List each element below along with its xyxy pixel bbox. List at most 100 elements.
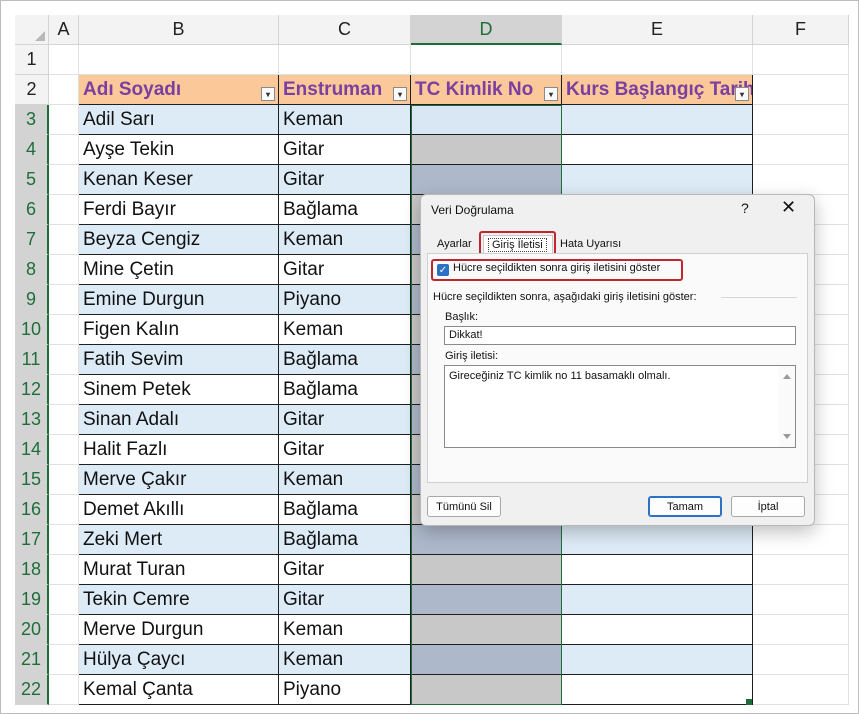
row-header-22[interactable]: 22 [15, 675, 49, 705]
cell-e1[interactable] [562, 45, 753, 75]
table-row-instrument[interactable]: Gitar [279, 435, 411, 465]
row-header-9[interactable]: 9 [15, 285, 49, 315]
row-header-3[interactable]: 3 [15, 105, 49, 135]
cell-a12[interactable] [49, 375, 79, 405]
table-row-name[interactable]: Beyza Cengiz [79, 225, 279, 255]
cell-a19[interactable] [49, 585, 79, 615]
table-row-name[interactable]: Demet Akıllı [79, 495, 279, 525]
cell-a16[interactable] [49, 495, 79, 525]
table-row-start-cell[interactable] [562, 615, 753, 645]
table-row-name[interactable]: Merve Durgun [79, 615, 279, 645]
cell-a6[interactable] [49, 195, 79, 225]
cell-f21[interactable] [753, 645, 849, 675]
help-icon[interactable]: ? [741, 200, 749, 216]
cell-a5[interactable] [49, 165, 79, 195]
cell-f18[interactable] [753, 555, 849, 585]
table-row-name[interactable]: Zeki Mert [79, 525, 279, 555]
table-header-tc[interactable]: TC Kimlik No ▾ [411, 75, 562, 105]
table-row-instrument[interactable]: Bağlama [279, 495, 411, 525]
cell-f4[interactable] [753, 135, 849, 165]
table-header-start[interactable]: Kurs Başlangıç Tarihi ▾ [562, 75, 753, 105]
filter-dropdown-icon[interactable]: ▾ [393, 87, 407, 101]
cell-f1[interactable] [753, 45, 849, 75]
row-header-21[interactable]: 21 [15, 645, 49, 675]
cell-b1[interactable] [79, 45, 279, 75]
table-row-start-cell[interactable] [562, 135, 753, 165]
table-row-start-cell[interactable] [562, 645, 753, 675]
table-row-name[interactable]: Hülya Çaycı [79, 645, 279, 675]
table-row-name[interactable]: Adil Sarı [79, 105, 279, 135]
table-header-instrument[interactable]: Enstruman ▾ [279, 75, 411, 105]
table-row-start-cell[interactable] [562, 585, 753, 615]
table-row-name[interactable]: Sinem Petek [79, 375, 279, 405]
tab-settings[interactable]: Ayarlar [433, 235, 476, 253]
cell-f5[interactable] [753, 165, 849, 195]
table-row-instrument[interactable]: Gitar [279, 555, 411, 585]
table-row-name[interactable]: Tekin Cemre [79, 585, 279, 615]
filter-dropdown-icon[interactable]: ▾ [261, 87, 275, 101]
fill-handle[interactable] [746, 699, 752, 705]
table-row-name[interactable]: Figen Kalın [79, 315, 279, 345]
table-row-tc-cell[interactable] [411, 105, 562, 135]
table-row-instrument[interactable]: Bağlama [279, 375, 411, 405]
row-header-13[interactable]: 13 [15, 405, 49, 435]
cell-f22[interactable] [753, 675, 849, 705]
cell-a3[interactable] [49, 105, 79, 135]
cell-a20[interactable] [49, 615, 79, 645]
table-row-start-cell[interactable] [562, 675, 753, 705]
cell-a14[interactable] [49, 435, 79, 465]
row-header-20[interactable]: 20 [15, 615, 49, 645]
table-row-instrument[interactable]: Gitar [279, 255, 411, 285]
row-header-1[interactable]: 1 [15, 45, 49, 75]
cancel-button[interactable]: İptal [731, 496, 805, 517]
table-row-name[interactable]: Kemal Çanta [79, 675, 279, 705]
cell-a4[interactable] [49, 135, 79, 165]
table-row-instrument[interactable]: Bağlama [279, 525, 411, 555]
table-row-tc-cell[interactable] [411, 675, 562, 705]
cell-a11[interactable] [49, 345, 79, 375]
table-row-name[interactable]: Ayşe Tekin [79, 135, 279, 165]
row-header-4[interactable]: 4 [15, 135, 49, 165]
table-row-name[interactable]: Ferdi Bayır [79, 195, 279, 225]
tab-error-alert[interactable]: Hata Uyarısı [556, 235, 625, 253]
column-header-a[interactable]: A [49, 15, 79, 45]
scroll-up-icon[interactable] [783, 374, 791, 379]
table-row-start-cell[interactable] [562, 105, 753, 135]
row-header-2[interactable]: 2 [15, 75, 49, 105]
table-row-instrument[interactable]: Keman [279, 315, 411, 345]
filter-dropdown-icon[interactable]: ▾ [544, 87, 558, 101]
table-row-tc-cell[interactable] [411, 525, 562, 555]
table-row-instrument[interactable]: Gitar [279, 165, 411, 195]
table-row-instrument[interactable]: Gitar [279, 405, 411, 435]
cell-f19[interactable] [753, 585, 849, 615]
table-row-instrument[interactable]: Keman [279, 105, 411, 135]
row-header-19[interactable]: 19 [15, 585, 49, 615]
row-header-16[interactable]: 16 [15, 495, 49, 525]
table-row-name[interactable]: Kenan Keser [79, 165, 279, 195]
table-row-instrument[interactable]: Piyano [279, 675, 411, 705]
table-header-name[interactable]: Adı Soyadı ▾ [79, 75, 279, 105]
cell-a9[interactable] [49, 285, 79, 315]
title-input[interactable]: Dikkat! [444, 326, 796, 345]
clear-all-button[interactable]: Tümünü Sil [427, 496, 501, 517]
cell-f3[interactable] [753, 105, 849, 135]
cell-f20[interactable] [753, 615, 849, 645]
table-row-name[interactable]: Emine Durgun [79, 285, 279, 315]
column-header-f[interactable]: F [753, 15, 849, 45]
table-row-instrument[interactable]: Keman [279, 615, 411, 645]
table-row-name[interactable]: Merve Çakır [79, 465, 279, 495]
column-header-d[interactable]: D [411, 15, 562, 45]
table-row-instrument[interactable]: Bağlama [279, 345, 411, 375]
table-row-tc-cell[interactable] [411, 615, 562, 645]
cell-a17[interactable] [49, 525, 79, 555]
row-header-10[interactable]: 10 [15, 315, 49, 345]
table-row-instrument[interactable]: Gitar [279, 585, 411, 615]
cell-a13[interactable] [49, 405, 79, 435]
table-row-instrument[interactable]: Keman [279, 225, 411, 255]
row-header-11[interactable]: 11 [15, 345, 49, 375]
message-textarea[interactable]: Gireceğiniz TC kimlik no 11 basamaklı ol… [444, 365, 796, 448]
table-row-name[interactable]: Sinan Adalı [79, 405, 279, 435]
row-header-14[interactable]: 14 [15, 435, 49, 465]
cell-a22[interactable] [49, 675, 79, 705]
cell-c1[interactable] [279, 45, 411, 75]
